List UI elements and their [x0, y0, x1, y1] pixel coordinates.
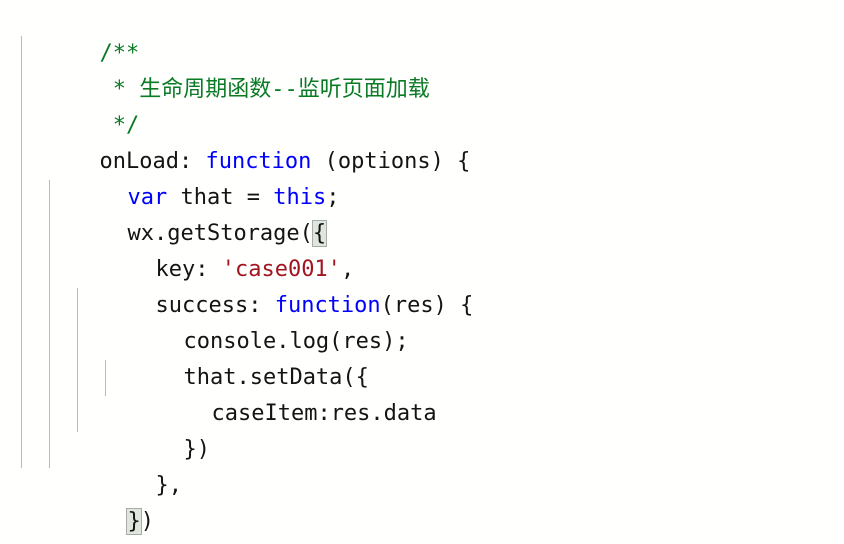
closing-paren-token: )	[140, 509, 154, 534]
matching-bracket-open: {	[311, 220, 328, 247]
comma-token: ,	[340, 257, 355, 282]
method-call-token: wx.getStorage(	[127, 221, 313, 246]
code-line-14: })	[0, 468, 473, 535]
closing-brace-comma-token: },	[155, 473, 182, 498]
string-literal-token: 'case001'	[221, 257, 341, 282]
parameter-list-token: (options) {	[311, 149, 471, 174]
comment-token: * 生命周期函数--监听页面加载	[99, 77, 430, 102]
closing-brace-paren-token: })	[183, 437, 210, 462]
code-content[interactable]: /** * 生命周期函数--监听页面加载 */ onLoad: function…	[0, 0, 473, 540]
code-editor[interactable]: /** * 生命周期函数--监听页面加载 */ onLoad: function…	[0, 0, 844, 544]
keyword-function-token: function	[205, 149, 312, 174]
semicolon-token: ;	[326, 185, 340, 210]
keyword-this-token: this	[273, 185, 327, 210]
comment-token: */	[99, 113, 140, 138]
console-log-statement: console.log(res);	[183, 329, 409, 354]
object-property-token: caseItem:res.data	[211, 401, 437, 426]
matching-bracket-close: }	[126, 508, 142, 535]
parameter-list-token: (res) {	[380, 293, 474, 318]
object-key-token: success:	[155, 293, 275, 318]
keyword-var-token: var	[127, 185, 168, 210]
property-name-token: onLoad:	[99, 149, 206, 174]
comment-token: /**	[99, 41, 140, 66]
keyword-function-token: function	[274, 293, 381, 318]
object-key-token: key:	[155, 257, 222, 282]
assignment-token: that =	[167, 185, 274, 210]
setdata-call-token: that.setData({	[183, 365, 369, 390]
code-line-13: },	[0, 432, 473, 498]
code-line-1: /**	[0, 0, 473, 66]
